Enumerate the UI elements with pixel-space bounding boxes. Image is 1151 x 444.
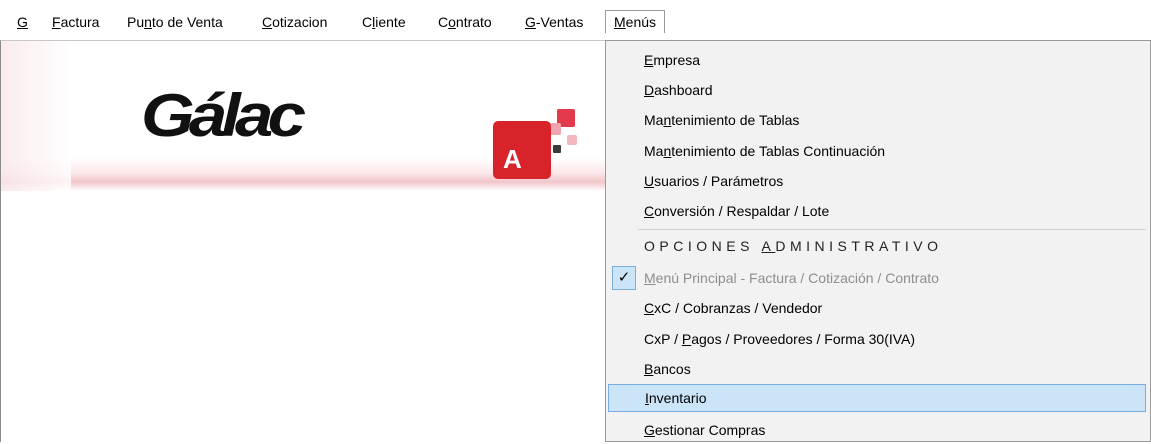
menu-label-post: iente [375, 14, 406, 30]
item-label-key: U [644, 173, 655, 189]
item-label-post: agos / Proveedores / Forma 30(IVA) [691, 331, 916, 347]
menu-cliente[interactable]: Cliente [357, 12, 411, 32]
checkmark-icon: ✓ [612, 266, 636, 290]
menu-item-inventario[interactable]: Inventario [608, 384, 1146, 412]
menu-label-post: actura [60, 14, 100, 30]
item-label-pre: Ma [644, 112, 664, 128]
menu-separator [638, 229, 1146, 230]
item-label-post: DMINISTRATIVO [775, 238, 943, 254]
item-label-pre: CxP / [644, 331, 682, 347]
item-label-key: C [644, 300, 655, 316]
menu-label-key: G [17, 14, 28, 30]
galac-logo: Gálac [141, 82, 306, 149]
menu-g-ventas[interactable]: G-Ventas [520, 12, 588, 32]
item-label-post: nventario [648, 390, 707, 406]
menu-item-gestionar-compras[interactable]: Gestionar Compras [608, 416, 1146, 444]
item-label-pre: OPCIONES [644, 238, 762, 254]
item-label-pre: Ma [644, 143, 664, 159]
menu-label-pre: Pu [127, 14, 145, 30]
menu-label-key: n [144, 14, 152, 30]
menu-label-post: ntrato [455, 14, 492, 30]
item-label-post: tenimiento de Tablas Continuación [671, 143, 886, 159]
item-label-key: B [644, 361, 654, 377]
header-banner: Gálac A [1, 41, 606, 191]
menu-label-key: F [52, 14, 61, 30]
item-label-key: E [644, 52, 654, 68]
menu-item-empresa[interactable]: Empresa [608, 46, 1146, 74]
main-client-area: Gálac A [0, 40, 606, 442]
item-label-key: G [644, 422, 655, 438]
menu-punto-de-venta[interactable]: Punto de Venta [122, 12, 228, 32]
menu-item-dashboard[interactable]: Dashboard [608, 76, 1146, 104]
item-label-post: estionar Compras [654, 422, 766, 438]
menu-label-post: to de Venta [151, 14, 223, 30]
item-label-post: ashboard [654, 82, 713, 98]
menu-label-post: -Ventas [535, 14, 584, 30]
item-label-key: M [644, 270, 656, 286]
app-icon: A [493, 109, 577, 184]
menu-item-menu-principal: ✓ Menú Principal - Factura / Cotización /… [608, 264, 1146, 292]
item-label-post: suarios / Parámetros [654, 173, 784, 189]
item-label-post: enú Principal - Factura / Cotización / C… [655, 270, 939, 286]
menu-menus[interactable]: Menús [605, 10, 666, 33]
menu-item-usuarios-parametros[interactable]: Usuarios / Parámetros [608, 167, 1146, 195]
menu-factura[interactable]: Factura [47, 12, 104, 32]
app-icon-square [567, 135, 577, 145]
menu-item-cxc-cobranzas-vendedor[interactable]: CxC / Cobranzas / Vendedor [608, 294, 1146, 322]
menu-item-mantenimiento-tablas[interactable]: Mantenimiento de Tablas [608, 106, 1146, 134]
app-icon-main: A [493, 121, 551, 179]
banner-swoosh [1, 41, 71, 191]
menu-label-key: o [448, 14, 456, 30]
item-label-key: C [644, 203, 655, 219]
item-label-key: D [644, 82, 655, 98]
menu-contrato[interactable]: Contrato [433, 12, 497, 32]
item-label-post: mpresa [653, 52, 701, 68]
menu-item-bancos[interactable]: Bancos [608, 355, 1146, 383]
app-icon-letter: A [503, 144, 522, 174]
item-label-post: tenimiento de Tablas [671, 112, 800, 128]
menu-label-key: M [614, 14, 626, 30]
menu-section-opciones-administrativo[interactable]: OPCIONES ADMINISTRATIVO [608, 232, 1146, 260]
item-label-post: onversión / Respaldar / Lote [654, 203, 830, 219]
menu-label-pre: C [362, 14, 373, 30]
menu-g[interactable]: G [12, 12, 33, 32]
menu-cotizacion[interactable]: Cotizacion [257, 12, 332, 32]
menu-label-key: G [525, 14, 536, 30]
item-label-post: ancos [653, 361, 691, 377]
item-label-key: P [681, 331, 692, 347]
menu-label-post: enús [625, 14, 657, 30]
menus-dropdown: Empresa Dashboard Mantenimiento de Tabla… [605, 40, 1151, 442]
menu-label-pre: C [438, 14, 449, 30]
item-label-post: xC / Cobranzas / Vendedor [654, 300, 823, 316]
item-label-key: A [761, 238, 776, 254]
menu-item-conversion-respaldar-lote[interactable]: Conversión / Respaldar / Lote [608, 197, 1146, 225]
menu-item-cxp-pagos-proveedores[interactable]: CxP / Pagos / Proveedores / Forma 30(IVA… [608, 325, 1146, 353]
menu-item-mantenimiento-tablas-continuacion[interactable]: Mantenimiento de Tablas Continuación [608, 137, 1146, 165]
app-icon-square [553, 145, 561, 153]
menu-label-post: otizacion [272, 14, 328, 30]
menu-label-key: C [262, 14, 273, 30]
menu-bar: G Factura Punto de Venta Cotizacion Clie… [0, 0, 1151, 40]
